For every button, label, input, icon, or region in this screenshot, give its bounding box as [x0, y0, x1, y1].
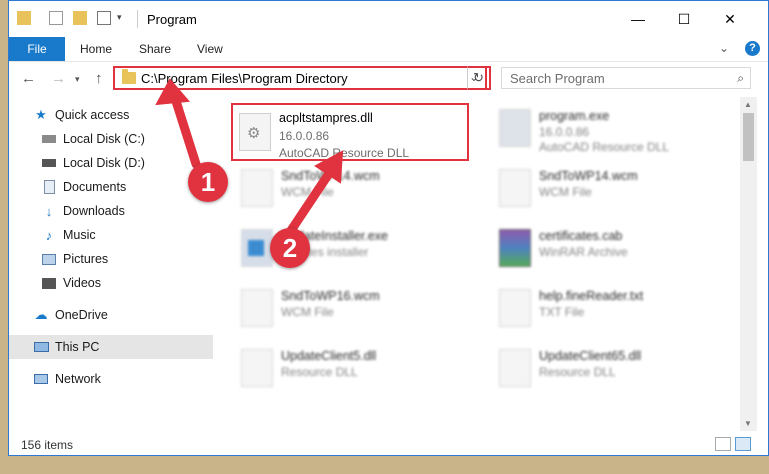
step-2-badge: 2	[270, 228, 310, 268]
arrow-1-head	[155, 78, 191, 106]
arrow-1-shaft	[170, 93, 201, 169]
annotation-arrows	[155, 78, 344, 237]
arrow-2-shaft	[285, 167, 335, 237]
step-1-badge: 1	[188, 162, 228, 202]
